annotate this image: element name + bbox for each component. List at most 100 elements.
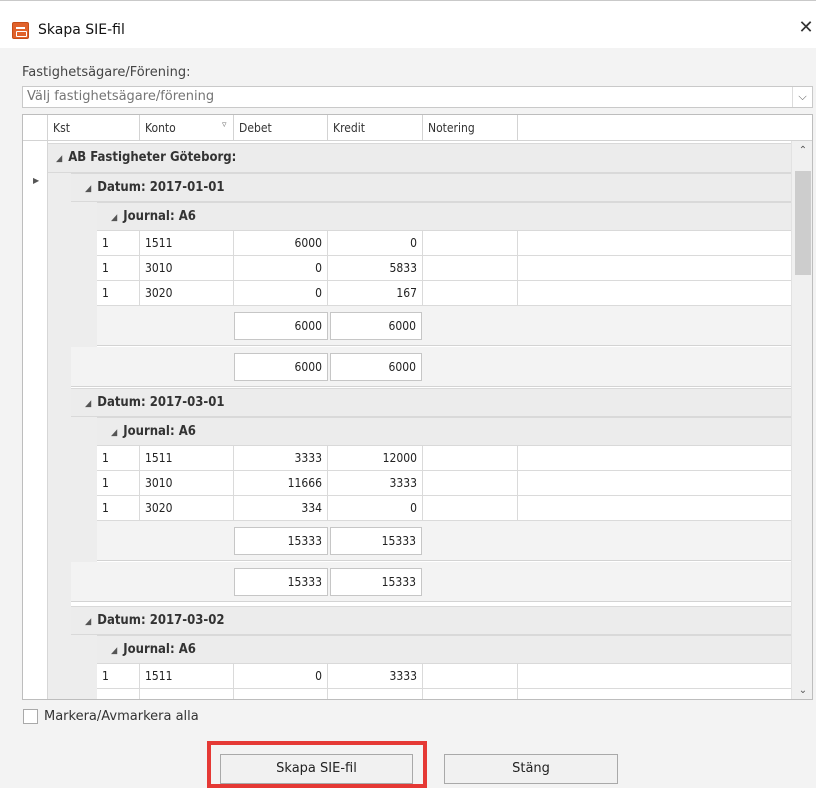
- window-title: Skapa SIE-fil: [38, 22, 125, 38]
- cell-debet: 11666: [234, 471, 328, 495]
- collapse-icon[interactable]: ◢: [85, 184, 91, 194]
- cell-kst: 1: [97, 446, 140, 470]
- cell-notering: [423, 496, 518, 520]
- date-group-row[interactable]: ◢ Datum: 2017-03-02: [71, 606, 791, 635]
- cell-kredit: 0: [328, 231, 423, 255]
- cell-konto: 1511: [140, 446, 234, 470]
- close-icon[interactable]: ✕: [796, 17, 816, 39]
- table-row-partial[interactable]: [97, 689, 791, 699]
- cell-kst: 1: [97, 281, 140, 305]
- owner-combobox[interactable]: ⌵: [22, 86, 813, 108]
- group-indent: [48, 173, 71, 699]
- close-button[interactable]: Stäng: [444, 754, 618, 784]
- journal-group-row[interactable]: ◢ Journal: A6: [97, 417, 791, 446]
- table-row[interactable]: 1 1511 3333 12000: [97, 446, 791, 471]
- collapse-icon[interactable]: ◢: [111, 646, 117, 656]
- cell-kredit: [328, 689, 423, 699]
- cell-notering: [423, 446, 518, 470]
- select-all-label[interactable]: Markera/Avmarkera alla: [44, 709, 199, 724]
- column-header-debet[interactable]: Debet: [234, 115, 328, 141]
- header-selector: [23, 115, 48, 141]
- collapse-icon[interactable]: ◢: [111, 213, 117, 223]
- scroll-down-icon[interactable]: ⌄: [792, 681, 812, 699]
- collapse-icon[interactable]: ◢: [111, 428, 117, 438]
- collapse-icon[interactable]: ◢: [85, 399, 91, 409]
- cell-kredit: 5833: [328, 256, 423, 280]
- cell-kredit: 12000: [328, 446, 423, 470]
- scrollbar-thumb[interactable]: [795, 171, 811, 275]
- collapse-icon[interactable]: ◢: [56, 154, 62, 164]
- date-sum-debet: 6000: [234, 353, 328, 381]
- cell-konto: 3010: [140, 471, 234, 495]
- row-selector-column[interactable]: ▶: [23, 141, 48, 699]
- collapse-icon[interactable]: ◢: [85, 617, 91, 627]
- cell-debet: 334: [234, 496, 328, 520]
- cell-konto: 3010: [140, 256, 234, 280]
- table-row[interactable]: 1 3020 0 167: [97, 281, 791, 306]
- cell-kredit: 167: [328, 281, 423, 305]
- select-all-checkbox[interactable]: [23, 709, 38, 724]
- journal-group-row[interactable]: ◢ Journal: A6: [97, 635, 791, 664]
- filter-icon[interactable]: ▿: [222, 120, 227, 130]
- cell-kredit: 3333: [328, 471, 423, 495]
- cell-debet: 0: [234, 256, 328, 280]
- journal-summary-row: 6000 6000: [97, 306, 791, 346]
- cell-notering: [423, 664, 518, 688]
- journal-sum-kredit: 6000: [330, 312, 422, 340]
- cell-notering: [423, 471, 518, 495]
- vertical-scrollbar[interactable]: ⌃ ⌄: [791, 141, 812, 699]
- cell-notering: [423, 281, 518, 305]
- date-sum-kredit: 6000: [330, 353, 422, 381]
- cell-debet: 3333: [234, 446, 328, 470]
- cell-kredit: 0: [328, 496, 423, 520]
- app-icon: [12, 22, 29, 39]
- date-group-row[interactable]: ◢ Datum: 2017-01-01: [71, 173, 791, 202]
- journal-label: Journal: A6: [123, 642, 196, 657]
- table-row[interactable]: 1 1511 6000 0: [97, 231, 791, 256]
- table-row[interactable]: 1 1511 0 3333: [97, 664, 791, 689]
- date-group-row[interactable]: ◢ Datum: 2017-03-01: [71, 388, 791, 417]
- column-header-konto[interactable]: Konto: [140, 115, 234, 141]
- cell-kst: 1: [97, 496, 140, 520]
- date-sum-debet: 15333: [234, 568, 328, 596]
- cell-kredit: 3333: [328, 664, 423, 688]
- chevron-down-icon[interactable]: ⌵: [792, 87, 812, 107]
- journal-group-row[interactable]: ◢ Journal: A6: [97, 202, 791, 231]
- column-header-kredit[interactable]: Kredit: [328, 115, 423, 141]
- scroll-up-icon[interactable]: ⌃: [792, 141, 812, 161]
- date-summary-row: 6000 6000: [71, 347, 791, 387]
- journal-summary-row: 15333 15333: [97, 521, 791, 561]
- group-label: AB Fastigheter Göteborg:: [68, 150, 237, 165]
- cell-konto: 1511: [140, 231, 234, 255]
- cell-debet: 6000: [234, 231, 328, 255]
- table-row[interactable]: 1 3020 334 0: [97, 496, 791, 521]
- cell-kst: 1: [97, 256, 140, 280]
- cell-kst: 1: [97, 231, 140, 255]
- cell-debet: 0: [234, 664, 328, 688]
- column-header-notering[interactable]: Notering: [423, 115, 518, 141]
- table-row[interactable]: 1 3010 11666 3333: [97, 471, 791, 496]
- cell-kst: 1: [97, 664, 140, 688]
- date-label: Datum: 2017-03-01: [97, 395, 225, 410]
- group-row-owner[interactable]: ◢ AB Fastigheter Göteborg:: [48, 143, 791, 173]
- date-sum-kredit: 15333: [330, 568, 422, 596]
- cell-notering: [423, 256, 518, 280]
- owner-input[interactable]: [27, 89, 777, 104]
- column-header-konto-label: Konto: [145, 121, 176, 135]
- column-header-kst[interactable]: Kst: [48, 115, 140, 141]
- cell-konto: 3020: [140, 496, 234, 520]
- cell-konto: 1511: [140, 664, 234, 688]
- title-bar: Skapa SIE-fil ✕: [0, 0, 816, 48]
- cell-konto: 3020: [140, 281, 234, 305]
- journal-grid[interactable]: Kst Konto ▿ Debet Kredit Notering ▶ ◢ AB …: [22, 114, 813, 700]
- table-row[interactable]: 1 3010 0 5833: [97, 256, 791, 281]
- grid-header: Kst Konto ▿ Debet Kredit Notering: [23, 115, 812, 141]
- cell-kst: [97, 689, 140, 699]
- cell-kst: 1: [97, 471, 140, 495]
- date-label: Datum: 2017-03-02: [97, 613, 225, 628]
- journal-label: Journal: A6: [123, 424, 196, 439]
- journal-sum-debet: 15333: [234, 527, 328, 555]
- current-row-indicator-icon: ▶: [33, 176, 40, 185]
- cell-debet: [234, 689, 328, 699]
- date-label: Datum: 2017-01-01: [97, 180, 225, 195]
